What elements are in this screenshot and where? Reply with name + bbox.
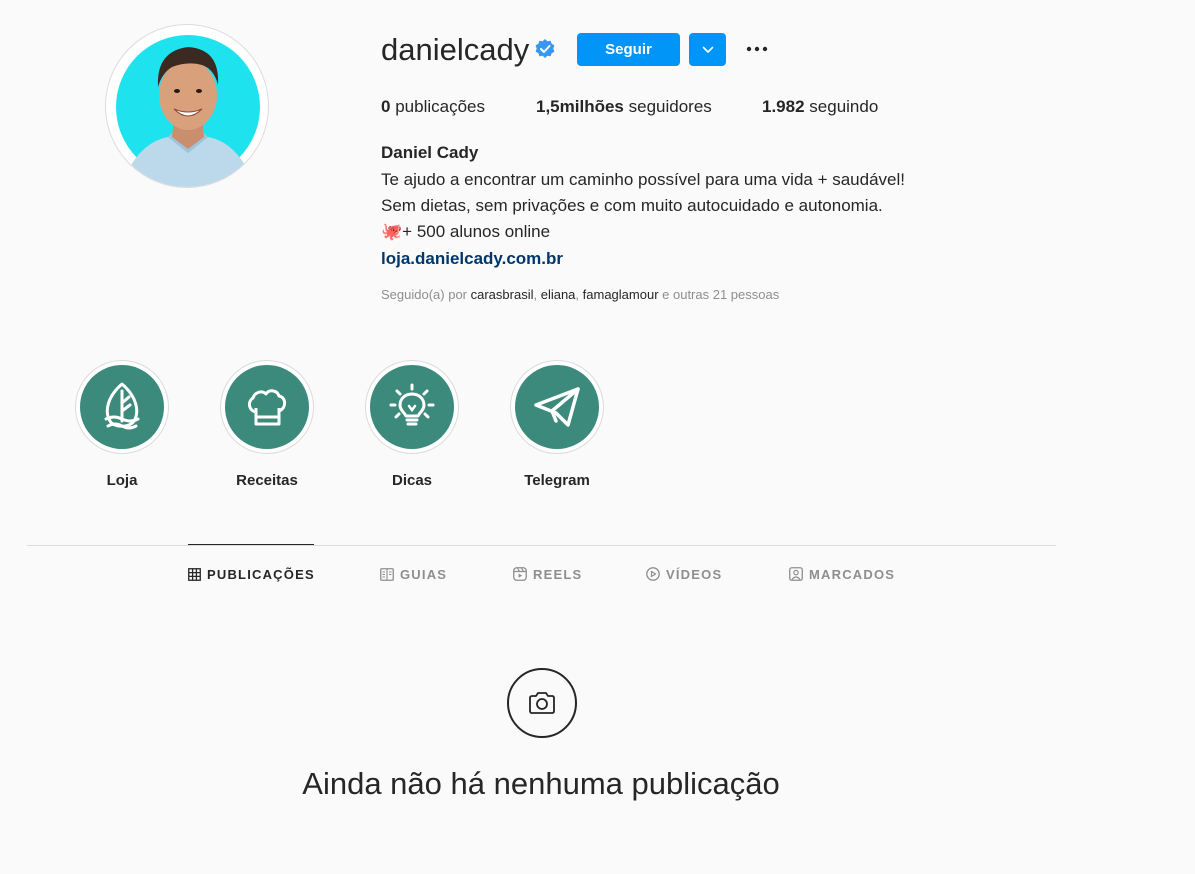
stat-value: 1,5milhões [536,97,624,116]
more-options-icon[interactable] [742,38,772,60]
chevron-down-icon [702,46,713,53]
bio-line: 🐙+ 500 alunos online [381,222,551,241]
play-icon [646,567,660,581]
tab-label: PUBLICAÇÕES [207,566,315,582]
tab-reels[interactable]: REELS [513,566,582,582]
follow-button[interactable]: Seguir [577,33,680,66]
empty-state-camera [507,668,577,738]
bio-website-link[interactable]: loja.danielcady.com.br [381,248,563,270]
grid-icon [188,567,201,581]
highlight-label: Dicas [391,472,433,489]
leaf-icon [104,382,140,430]
camera-icon [529,692,555,714]
verified-badge-icon [534,38,556,60]
followed-by-text[interactable]: Seguido(a) por carasbrasil, eliana, fama… [381,287,779,303]
highlight-receitas[interactable]: Receitas [220,360,314,490]
highlight-label: Telegram [524,472,590,489]
followed-by-prefix: Seguido(a) por [381,287,471,302]
profile-username: danielcady [381,32,530,67]
profile-full-name: Daniel Cady [381,143,479,162]
tab-marcados[interactable]: MARCADOS [789,566,895,582]
highlight-telegram[interactable]: Telegram [510,360,604,490]
active-tab-indicator [188,544,314,545]
bio-line: Sem dietas, sem privações e com muito au… [381,196,883,215]
guide-icon [380,567,394,581]
tagged-icon [789,567,803,581]
highlight-dicas[interactable]: Dicas [365,360,459,490]
tab-videos[interactable]: VÍDEOS [646,566,722,582]
empty-state-title: Ainda não há nenhuma publicação [302,766,780,801]
reels-icon [513,567,527,581]
highlight-label: Loja [106,472,138,489]
follower-name[interactable]: famaglamour [583,287,659,302]
tab-publicacoes[interactable]: PUBLICAÇÕES [188,566,315,582]
separator: , [575,287,583,302]
follower-name[interactable]: carasbrasil [471,287,534,302]
highlight-cover[interactable] [365,360,459,454]
stat-value: 0 [381,97,391,116]
followed-by-suffix: e outras 21 pessoas [658,287,780,302]
tab-label: GUIAS [400,566,448,582]
stat-label: seguidores [628,97,712,116]
chef-hat-icon [247,389,287,426]
bio-line: Te ajudo a encontrar um caminho possível… [381,170,905,189]
following-count-link[interactable]: 1.982 seguindo [762,96,878,118]
tabs-divider [27,545,1056,546]
highlight-loja[interactable]: Loja [75,360,169,490]
stat-value: 1.982 [762,97,805,116]
highlight-cover[interactable] [75,360,169,454]
stat-label: publicações [395,97,485,116]
suggested-dropdown-button[interactable] [689,33,726,66]
highlight-label: Receitas [236,472,298,489]
stat-label: seguindo [809,97,879,116]
separator: , [533,287,541,302]
lightbulb-icon [389,383,435,426]
followers-count-link[interactable]: 1,5milhões seguidores [536,96,712,118]
profile-avatar[interactable] [105,24,269,188]
highlight-cover[interactable] [220,360,314,454]
tab-label: MARCADOS [809,566,896,582]
posts-count: 0 publicações [381,96,485,118]
follower-name[interactable]: eliana [541,287,576,302]
paper-plane-icon [534,387,580,427]
tab-guias[interactable]: GUIAS [380,566,447,582]
tab-label: REELS [533,566,583,582]
highlight-cover[interactable] [510,360,604,454]
tab-label: VÍDEOS [666,566,723,582]
